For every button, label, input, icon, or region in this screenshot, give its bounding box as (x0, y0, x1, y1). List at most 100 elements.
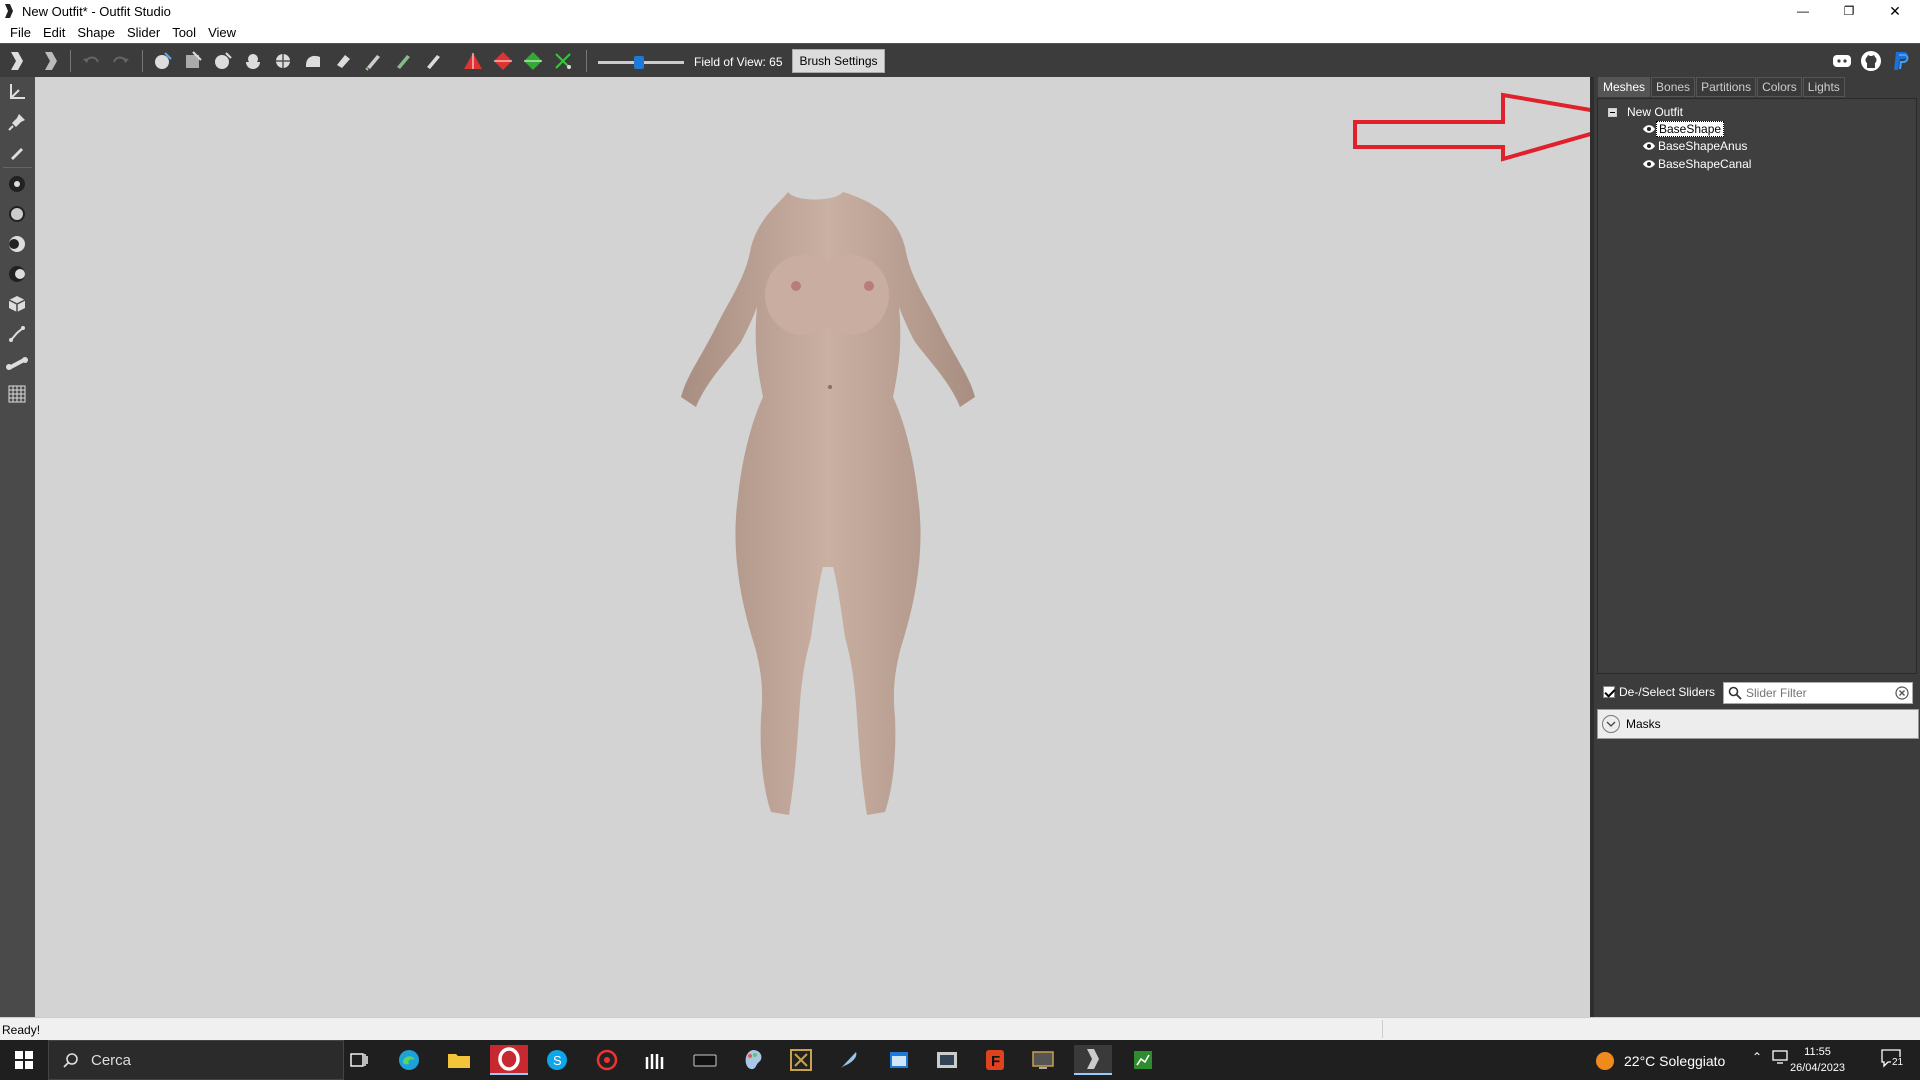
app-taskbar-button-7[interactable] (880, 1045, 918, 1075)
film-icon (937, 1052, 957, 1068)
menu-edit[interactable]: Edit (37, 25, 71, 40)
task-view-button[interactable] (340, 1045, 378, 1075)
brush-settings-button[interactable]: Brush Settings (792, 49, 885, 73)
app-taskbar-button-5[interactable] (782, 1045, 820, 1075)
pencil-icon (427, 55, 440, 69)
move-brush-button[interactable] (270, 49, 296, 73)
alpha-brush-button[interactable] (420, 49, 446, 73)
inflate-brush-button[interactable] (210, 49, 236, 73)
tab-meshes[interactable]: Meshes (1598, 77, 1651, 97)
transform-button[interactable] (460, 49, 486, 73)
eraser-icon (337, 55, 350, 68)
app-taskbar-button-11[interactable] (1124, 1045, 1162, 1075)
window-title: New Outfit* - Outfit Studio (22, 4, 171, 19)
bone-edit-button[interactable] (3, 351, 31, 377)
gold-app-icon (790, 1049, 812, 1071)
select-brush-button[interactable] (150, 49, 176, 73)
undo-button[interactable] (78, 49, 104, 73)
3d-viewport[interactable] (35, 77, 1644, 1017)
field-of-view-slider[interactable] (598, 56, 684, 69)
expand-icon[interactable] (1602, 715, 1620, 733)
menu-file[interactable]: File (4, 25, 37, 40)
app-taskbar-button-8[interactable] (928, 1045, 966, 1075)
app-taskbar-button-9[interactable]: F (976, 1045, 1014, 1075)
masks-section-header[interactable]: Masks (1597, 709, 1919, 739)
mask-brush-button[interactable] (180, 49, 206, 73)
brush-size-large-button[interactable] (3, 231, 31, 257)
deselect-sliders-label: De-/Select Sliders (1619, 685, 1716, 699)
github-button[interactable] (1858, 49, 1884, 73)
taskbar-search-box[interactable]: Cerca (48, 1040, 344, 1080)
slider-filter-input[interactable] (1746, 686, 1891, 700)
menu-shape[interactable]: Shape (71, 25, 121, 40)
slider-filter-field[interactable] (1723, 682, 1913, 704)
start-button[interactable] (0, 1040, 48, 1080)
file-explorer-taskbar-button[interactable] (440, 1045, 478, 1075)
tab-lights[interactable]: Lights (1802, 77, 1845, 97)
menu-tool[interactable]: Tool (166, 25, 202, 40)
mesh-item-baseshapecanal[interactable]: BaseShapeCanal (1642, 157, 1753, 171)
paypal-button[interactable] (1888, 49, 1914, 73)
eye-visibility-icon[interactable] (1642, 124, 1656, 134)
app-taskbar-button-6[interactable] (830, 1045, 868, 1075)
menu-view[interactable]: View (202, 25, 242, 40)
cube-tool-button[interactable] (3, 291, 31, 317)
taskbar-clock[interactable]: 11:55 26/04/2023 (1790, 1044, 1845, 1076)
color-brush-button[interactable] (390, 49, 416, 73)
pivot-button[interactable] (490, 49, 516, 73)
collapse-vertex-icon (555, 53, 571, 69)
brush-size-small-button[interactable] (3, 171, 31, 197)
pencil-tool-button[interactable] (3, 139, 31, 165)
wireframe-toggle-button[interactable] (3, 381, 31, 407)
checkbox-checked-icon[interactable] (1603, 686, 1615, 698)
mesh-item-baseshape[interactable]: BaseShape (1642, 121, 1725, 137)
close-button[interactable]: ✕ (1872, 0, 1918, 22)
tab-partitions[interactable]: Partitions (1696, 77, 1757, 97)
opera-taskbar-button[interactable] (490, 1045, 528, 1075)
discord-button[interactable] (1829, 49, 1855, 73)
collapse-icon[interactable] (1608, 107, 1617, 117)
tab-bones[interactable]: Bones (1651, 77, 1696, 97)
edge-taskbar-button[interactable] (390, 1045, 428, 1075)
load-outfit-button[interactable] (38, 49, 64, 73)
minimize-button[interactable]: — (1780, 0, 1826, 22)
app-taskbar-button-4[interactable] (734, 1045, 772, 1075)
reference-template-button[interactable] (4, 49, 30, 73)
eye-visibility-icon[interactable] (1642, 141, 1656, 151)
app-taskbar-button-1[interactable] (588, 1045, 626, 1075)
network-icon[interactable] (1772, 1050, 1788, 1064)
vertex-edit-button[interactable] (520, 49, 546, 73)
brush-size-medium-button[interactable] (3, 201, 31, 227)
undiff-brush-button[interactable] (330, 49, 356, 73)
mesh-item-baseshapeanus[interactable]: BaseShapeAnus (1642, 139, 1749, 153)
app-taskbar-button-3[interactable] (686, 1045, 724, 1075)
chevron-up-icon[interactable]: ⌃ (1752, 1050, 1762, 1064)
brush-size-xlarge-button[interactable] (3, 261, 31, 287)
smooth-brush-button[interactable] (300, 49, 326, 73)
menu-slider[interactable]: Slider (121, 25, 166, 40)
outfit-studio-taskbar-button[interactable] (1074, 1045, 1112, 1075)
deflate-brush-button[interactable] (240, 49, 266, 73)
weight-brush-button[interactable] (360, 49, 386, 73)
redo-button[interactable] (108, 49, 134, 73)
app-taskbar-button-10[interactable] (1024, 1045, 1062, 1075)
notifications-button[interactable]: 21 (1880, 1048, 1906, 1072)
tree-root-item[interactable]: New Outfit (1608, 105, 1685, 119)
app-taskbar-button-2[interactable] (636, 1045, 674, 1075)
deselect-sliders-checkbox[interactable]: De-/Select Sliders (1603, 685, 1715, 699)
collapse-vertex-button[interactable] (550, 49, 576, 73)
restore-button[interactable]: ❐ (1826, 0, 1872, 22)
svg-text:S: S (553, 1053, 562, 1068)
skype-taskbar-button[interactable]: S (538, 1045, 576, 1075)
tab-colors[interactable]: Colors (1757, 77, 1802, 97)
outfit-logo-icon (45, 52, 57, 70)
pin-tool-button[interactable] (3, 109, 31, 135)
transform-tool-button[interactable] (3, 79, 31, 105)
mesh-tree[interactable]: New Outfit BaseShape BaseShapeAnus BaseS… (1597, 98, 1917, 674)
clear-search-icon[interactable] (1895, 686, 1909, 700)
weather-widget[interactable]: 22°C Soleggiato (1594, 1050, 1725, 1072)
body-mesh-model[interactable] (35, 77, 1590, 1017)
eye-visibility-icon[interactable] (1642, 159, 1656, 169)
menu-bar: File Edit Shape Slider Tool View (0, 22, 1920, 42)
bone-tool-button[interactable] (3, 321, 31, 347)
